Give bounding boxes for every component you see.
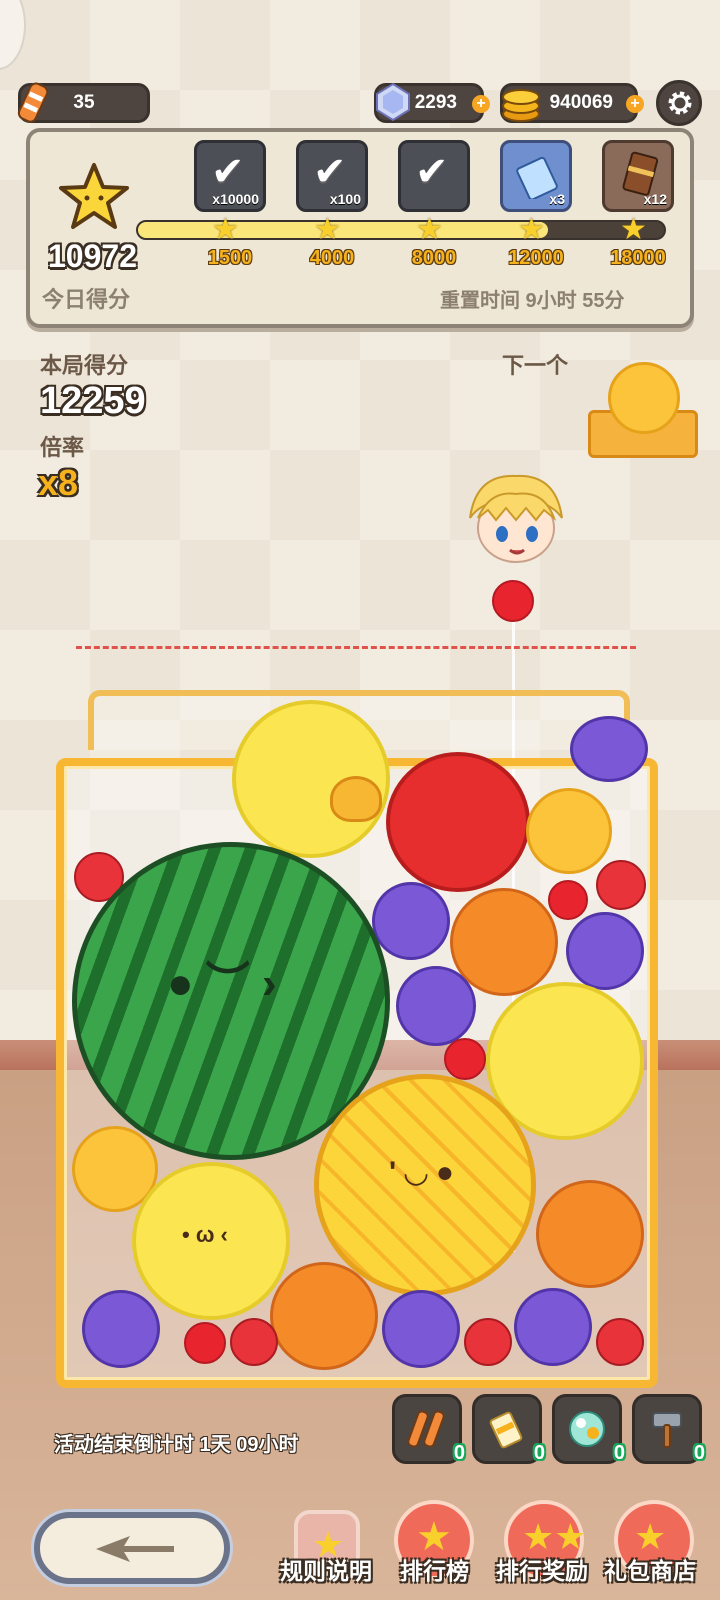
reward-box-5[interactable]: x12 [602,140,674,212]
reward-box-4[interactable]: x3 [500,140,572,212]
milestone-label: 1500 [207,247,253,269]
event-countdown: 活动结束倒计时 1天 09小时 [54,1434,299,1456]
reward-qty: x100 [329,191,361,207]
checkmark-icon: ✔ [211,150,245,194]
round-score: 12259 [40,380,146,422]
reward-qty: x10000 [212,191,259,207]
fruit-apple [386,752,530,892]
energy-value: 35 [73,92,95,113]
daily-progress-fill [138,222,549,238]
add-gems-button[interactable]: + [472,95,490,113]
fruit-orange [536,1180,644,1288]
milestone-label: 4000 [309,247,355,269]
milestone-star-icon: ★ [212,213,239,246]
rank-rewards-label[interactable]: 排行奖励 [496,1552,588,1586]
leaderboard-label[interactable]: 排行榜 [400,1552,469,1586]
reward-box-1[interactable]: ✔ x10000 [194,140,266,212]
tool-crystal-ball[interactable]: 0 [552,1394,625,1464]
hammer-icon [635,1407,699,1461]
corner-bubble [0,0,26,70]
fruit-strawberry [596,860,646,910]
daily-score: 10972 [48,238,137,274]
energy-counter[interactable]: 35 [17,82,150,123]
fruit-strawberry [464,1318,512,1366]
fruit-pineapple-melon: ' ◡ ● [314,1074,536,1296]
daily-score-label: 今日得分 [42,287,131,312]
milestone-star-icon: ★ [314,213,341,246]
coin-stack-icon [499,80,543,130]
multiplier-value: x8 [38,462,79,503]
glue-tube-icon [475,1407,539,1461]
coin-value: 940069 [549,92,613,113]
next-fruit-label: 下一个 [502,353,569,378]
melon-face: ' ◡ ● [389,1156,454,1189]
fruit-lemon: • ω ‹ [132,1162,290,1320]
fruit-grape [514,1288,592,1366]
milestone-star-icon: ★ [416,213,443,246]
danger-line [76,646,636,649]
add-coins-button[interactable]: + [626,95,644,113]
milestone-label: 8000 [411,247,457,269]
tool-count: 0 [613,1442,625,1464]
reward-qty: x12 [643,191,667,207]
falling-cherry [492,580,534,622]
candy-sticks-icon [395,1407,459,1461]
fruit-grape [570,716,648,782]
lemon-face: • ω ‹ [182,1222,228,1247]
reset-timer: 重置时间 9小时 55分 [440,290,625,312]
fruit-strawberry [230,1318,278,1366]
tool-count: 0 [533,1442,545,1464]
round-score-label: 本局得分 [40,353,129,378]
tool-candy-sticks[interactable]: 0 [392,1394,465,1464]
fruit-cherry [444,1038,486,1080]
fruit-lemon-small [526,788,612,874]
fruit-grape [566,912,644,990]
dropper-character [460,470,570,580]
fruit-strawberry [596,1318,644,1366]
rules-label[interactable]: 规则说明 [280,1552,372,1586]
milestone-label: 18000 [610,247,666,269]
crystal-ball-icon [555,1407,619,1461]
gem-value: 2293 [414,92,457,113]
tool-count: 0 [693,1442,705,1464]
next-fruit-box [588,362,698,458]
tool-glue[interactable]: 0 [472,1394,545,1464]
gem-icon [373,82,413,128]
gift-shop-label[interactable]: 礼包商店 [604,1552,696,1586]
home-button[interactable] [34,1512,230,1584]
gear-icon [665,88,695,123]
container-ornament [330,776,382,822]
reward-box-3[interactable]: ✔ [398,140,470,212]
checkmark-icon: ✔ [415,150,449,194]
next-fruit-lemon [608,362,680,434]
watermelon-face: ● ︶ › [167,959,277,1008]
back-arrow-icon [90,1532,180,1571]
gem-counter[interactable]: 2293 + [374,82,490,123]
reward-box-2[interactable]: ✔ x100 [296,140,368,212]
milestone-label: 12000 [508,247,564,269]
candy-icon [17,78,51,128]
tool-count: 0 [453,1442,465,1464]
checkmark-icon: ✔ [313,150,347,194]
coin-counter[interactable]: 940069 + [500,83,644,123]
fruit-grape [396,966,476,1046]
fruit-grape [82,1290,160,1368]
fruit-grape [382,1290,460,1368]
multiplier-label: 倍率 [40,435,85,460]
milestone-star-icon: ★ [620,213,647,246]
milestone-star-icon: ★ [518,213,545,246]
fruit-cherry [184,1322,226,1364]
tool-hammer[interactable]: 0 [632,1394,705,1464]
settings-button[interactable] [656,80,702,126]
daily-star-icon [58,162,130,237]
fruit-grape [372,882,450,960]
fruit-cherry [548,880,588,920]
reward-qty: x3 [549,191,565,207]
fruit-orange [270,1262,378,1370]
